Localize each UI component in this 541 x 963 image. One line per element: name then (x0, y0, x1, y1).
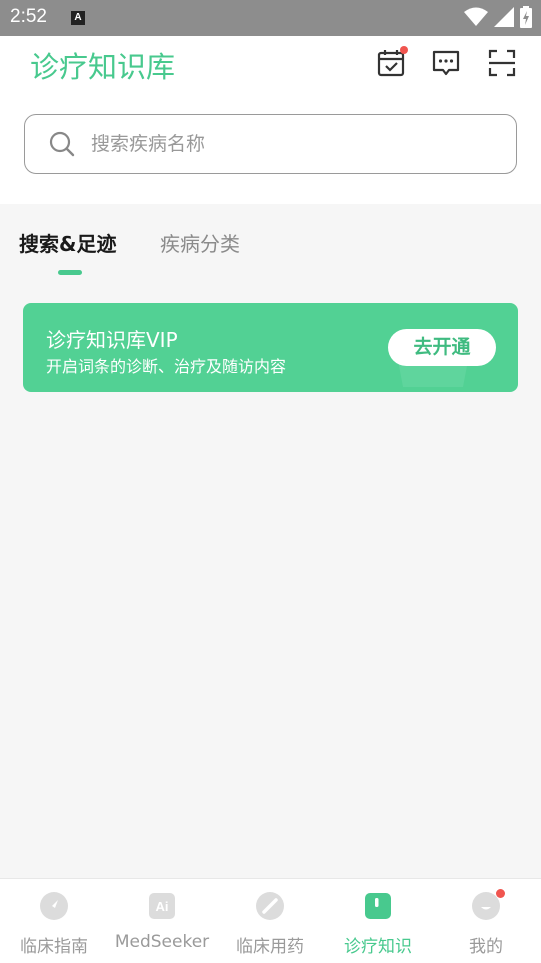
nav-item-medseeker[interactable]: Ai MedSeeker (108, 879, 216, 963)
scan-button[interactable] (487, 48, 517, 78)
search-box[interactable] (24, 114, 517, 174)
nav-item-clinical-guide[interactable]: 临床指南 (0, 879, 108, 963)
vip-subtitle: 开启词条的诊断、治疗及随访内容 (46, 357, 287, 376)
tab-disease-category[interactable]: 疾病分类 (160, 228, 240, 257)
svg-text:Ai: Ai (156, 899, 169, 914)
nav-label: 我的 (469, 937, 503, 957)
tab-indicator (58, 270, 82, 275)
status-time: 2:52 (10, 6, 47, 27)
status-icons (464, 6, 532, 28)
tab-search-history[interactable]: 搜索&足迹 (19, 228, 116, 257)
pill-icon (256, 892, 284, 920)
header: 诊疗知识库 (0, 36, 541, 204)
tab-bar: 搜索&足迹 疾病分类 (0, 220, 541, 280)
bottom-nav: 临床指南 Ai MedSeeker 临床用药 诊疗知识 我的 (0, 878, 541, 963)
nav-label: 临床指南 (20, 937, 88, 957)
notification-dot (496, 889, 505, 898)
search-icon (49, 131, 75, 157)
nav-label: MedSeeker (114, 932, 210, 952)
vip-banner[interactable]: 诊疗知识库VIP 开启词条的诊断、治疗及随访内容 去开通 (23, 303, 518, 392)
status-bar: 2:52 A (0, 0, 541, 36)
ai-icon: Ai (149, 893, 175, 919)
nav-label: 诊疗知识 (344, 937, 412, 957)
nav-label: 临床用药 (236, 937, 304, 957)
signal-icon (494, 7, 514, 27)
notification-dot (400, 46, 408, 54)
battery-icon (520, 6, 532, 28)
notification-a-icon: A (71, 11, 85, 25)
vip-title: 诊疗知识库VIP (46, 328, 178, 352)
nav-item-profile[interactable]: 我的 (432, 879, 540, 963)
book-icon (365, 893, 391, 919)
calendar-check-button[interactable] (376, 46, 408, 78)
message-icon (432, 50, 460, 76)
compass-icon (40, 892, 68, 920)
app-logo: 诊疗知识库 (30, 50, 176, 84)
search-input[interactable] (91, 115, 491, 172)
scan-icon (488, 49, 516, 77)
wifi-icon (464, 7, 488, 26)
activate-vip-button[interactable]: 去开通 (388, 329, 496, 366)
nav-item-diagnosis-knowledge[interactable]: 诊疗知识 (324, 879, 432, 963)
nav-item-clinical-drugs[interactable]: 临床用药 (216, 879, 324, 963)
profile-icon (472, 892, 500, 920)
message-button[interactable] (431, 48, 461, 78)
